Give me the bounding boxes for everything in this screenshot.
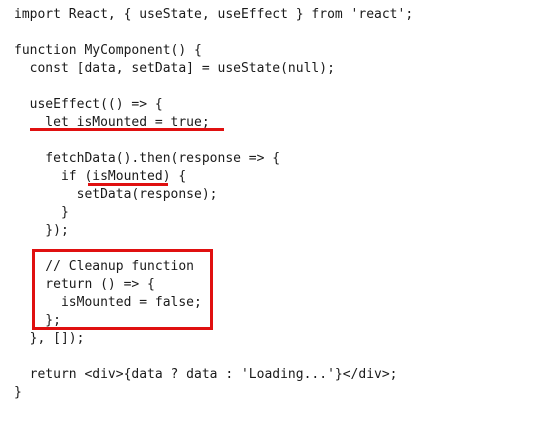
code-line-19: }, []); — [14, 331, 85, 346]
code-line-3: function MyComponent() { — [14, 43, 202, 58]
code-line-1: import React, { useState, useEffect } fr… — [14, 7, 414, 22]
annotation-underline-ismounted-check — [88, 183, 168, 186]
code-line-22: } — [14, 385, 22, 400]
code-line-13: }); — [14, 223, 69, 238]
annotation-underline-let-ismounted — [30, 128, 224, 131]
code-line-11: setData(response); — [14, 187, 218, 202]
code-line-6: useEffect(() => { — [14, 97, 163, 112]
code-line-9: fetchData().then(response => { — [14, 151, 281, 166]
code-line-21: return <div>{data ? data : 'Loading...'}… — [14, 367, 398, 382]
code-line-12: } — [14, 205, 69, 220]
code-line-4: const [data, setData] = useState(null); — [14, 61, 335, 76]
code-snippet-view: import React, { useState, useEffect } fr… — [0, 0, 560, 426]
annotation-box-cleanup-function — [32, 249, 213, 330]
